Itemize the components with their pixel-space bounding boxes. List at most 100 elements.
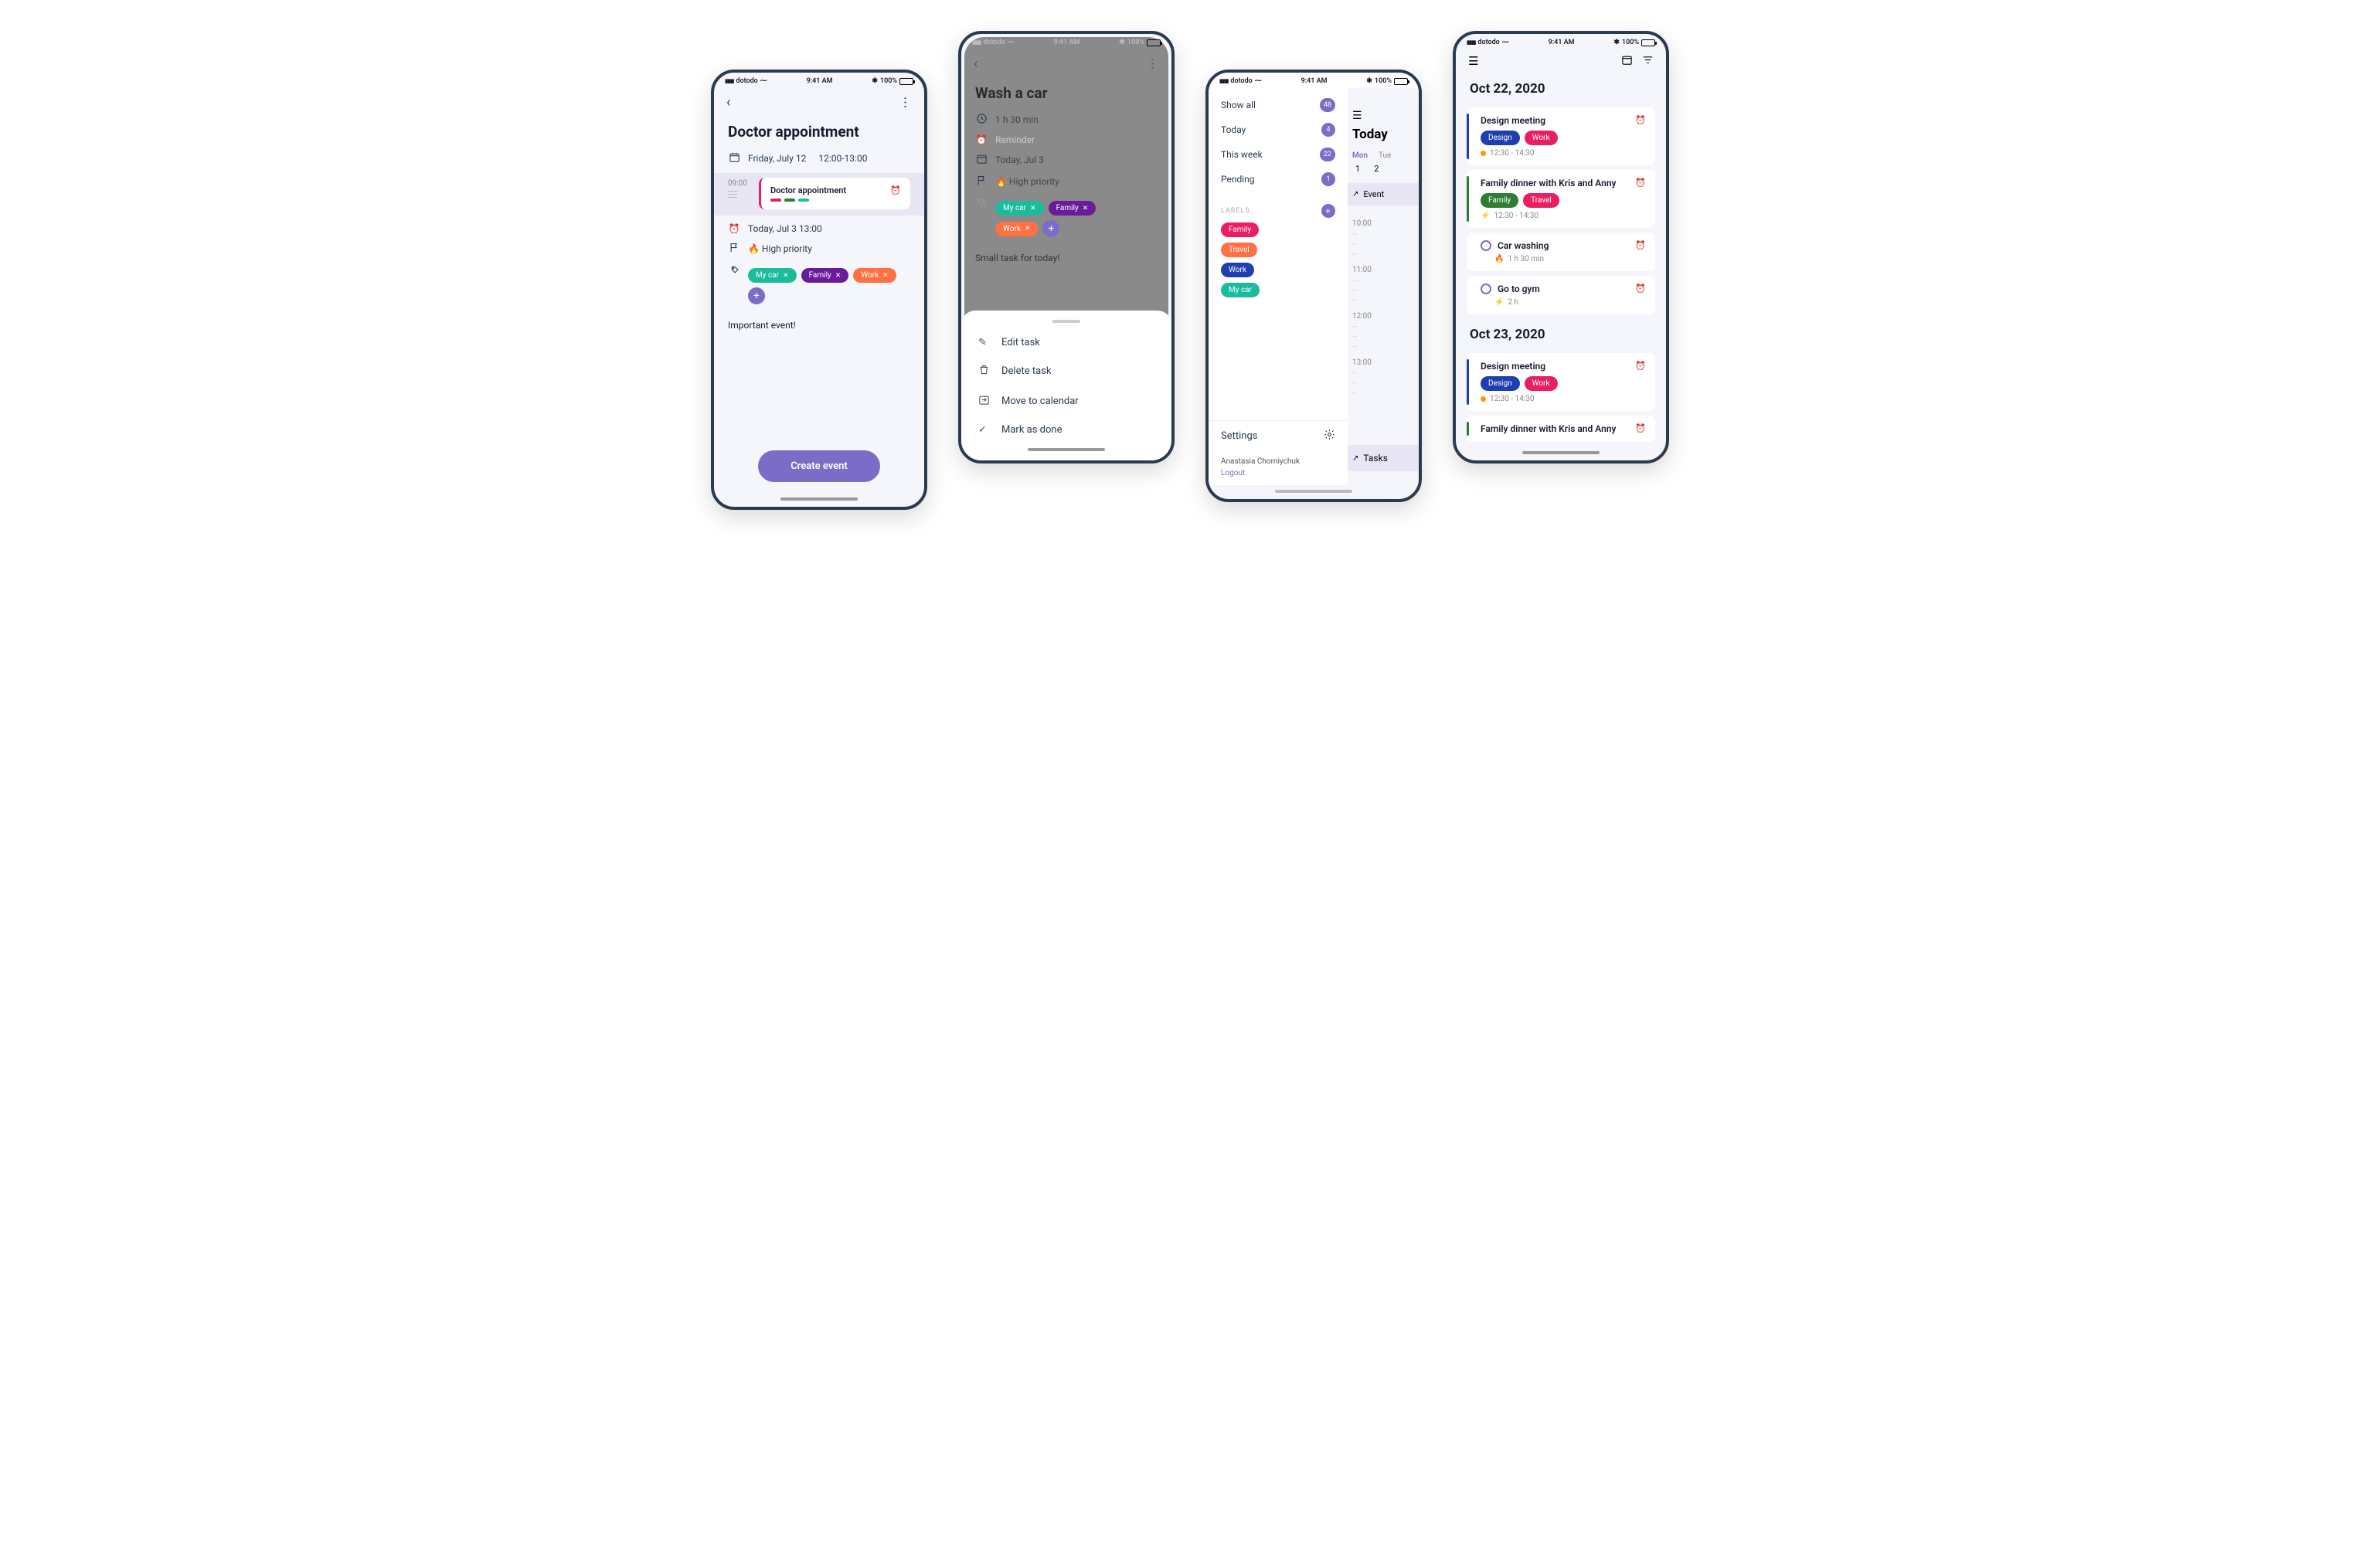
priority-row[interactable]: 🔥 High priority [728, 242, 910, 256]
event-card[interactable]: Family dinner with Kris and Anny⏰ [1467, 416, 1655, 442]
calendar-move-icon [978, 394, 991, 409]
add-tag-button[interactable]: + [748, 287, 765, 304]
expand-icon: ↗ [1352, 190, 1358, 199]
logout-button[interactable]: Logout [1209, 469, 1348, 485]
status-bar: dotodo⁓ 9:41 AM ✱100% [961, 34, 1171, 49]
date-row[interactable]: Today, Jul 3 [975, 153, 1158, 167]
label-chip[interactable]: Family [1221, 222, 1259, 237]
tag-chip: Work [1525, 131, 1558, 145]
done-label: Mark as done [1001, 424, 1062, 436]
remove-tag-icon[interactable]: ✕ [783, 272, 789, 280]
back-button[interactable]: ‹ [974, 56, 978, 72]
tag-chip[interactable]: My car ✕ [748, 268, 797, 283]
hamburger-button[interactable]: ☰ [1468, 54, 1478, 69]
delete-task-button[interactable]: Delete task [961, 356, 1171, 386]
alarm-icon: ⏰ [975, 134, 988, 145]
card-tags: DesignWork [1481, 376, 1646, 391]
checkbox-icon[interactable] [1481, 284, 1491, 294]
alarm-icon: ⏰ [1635, 178, 1646, 188]
move-label: Move to calendar [1001, 396, 1079, 407]
hour-label: 11:00 [1352, 266, 1414, 274]
hour-label: 13:00 [1352, 358, 1414, 367]
event-row[interactable]: ↗ Event [1348, 183, 1419, 205]
bluetooth-icon: ✱ [1366, 77, 1372, 85]
action-sheet: ✎Edit task Delete task Move to calendar … [961, 311, 1171, 460]
gear-icon [1324, 429, 1335, 443]
status-time: 9:41 AM [1054, 39, 1080, 46]
flag-icon [728, 242, 740, 256]
card-time: ⚡ 12:30 - 14:30 [1481, 212, 1646, 220]
more-button[interactable]: ⋯ [1146, 58, 1161, 70]
filter-item[interactable]: Today4 [1209, 117, 1348, 142]
remove-tag-icon[interactable]: ✕ [1025, 225, 1031, 233]
settings-label: Settings [1221, 430, 1257, 442]
add-tag-button[interactable]: + [1042, 220, 1059, 237]
card-tags: FamilyTravel [1481, 193, 1646, 208]
event-date: Friday, July 12 [748, 153, 806, 164]
event-card-title: Doctor appointment [770, 185, 846, 195]
day-num[interactable]: 2 [1374, 164, 1379, 174]
date-row[interactable]: Friday, July 12 12:00-13:00 [728, 151, 910, 165]
tag-chip[interactable]: Work ✕ [995, 222, 1038, 236]
accent-bar [1467, 359, 1469, 405]
reminder-row[interactable]: ⏰ Reminder [975, 134, 1158, 145]
weekday[interactable]: Mon [1352, 151, 1368, 160]
alarm-icon: ⏰ [1635, 115, 1646, 125]
add-label-button[interactable]: + [1321, 204, 1335, 218]
create-event-button[interactable]: Create event [758, 450, 880, 482]
event-label: Event [1363, 189, 1384, 199]
remove-tag-icon[interactable]: ✕ [1030, 205, 1036, 212]
home-indicator [1522, 451, 1600, 454]
calendar-icon[interactable] [1621, 54, 1633, 69]
alarm-icon: ⏰ [728, 223, 740, 234]
status-time: 9:41 AM [807, 77, 833, 85]
accent-bar [1467, 422, 1469, 436]
event-card[interactable]: Design meeting⏰DesignWork 12:30 - 14:30 [1467, 107, 1655, 165]
day-num[interactable]: 1 [1355, 164, 1360, 174]
remove-tag-icon[interactable]: ✕ [882, 272, 889, 280]
home-indicator [1275, 490, 1352, 493]
sheet-handle[interactable] [1052, 320, 1080, 323]
main-content-behind: ☰ Today MonTue 12 ↗Event 10:00———11:00——… [1348, 88, 1419, 485]
weekday[interactable]: Tue [1379, 151, 1391, 160]
tag-chip[interactable]: Family ✕ [801, 268, 849, 283]
filter-icon[interactable] [1642, 54, 1654, 69]
filter-item[interactable]: Show all48 [1209, 93, 1348, 117]
filter-item[interactable]: This week22 [1209, 142, 1348, 167]
task-card[interactable]: Car washing⏰🔥 1 h 30 min [1467, 233, 1655, 271]
alarm-icon: ⏰ [890, 185, 901, 195]
checkbox-icon[interactable] [1481, 240, 1491, 251]
home-indicator [780, 497, 858, 501]
battery-pct: 100% [1127, 39, 1144, 46]
carrier: dotodo [1230, 77, 1252, 85]
remove-tag-icon[interactable]: ✕ [835, 272, 842, 280]
reminder-row[interactable]: ⏰ Today, Jul 3 13:00 [728, 223, 910, 234]
tasks-label: Tasks [1363, 453, 1388, 464]
remove-tag-icon[interactable]: ✕ [1083, 205, 1089, 212]
tags-row: My car ✕ Family ✕ Work ✕ + [728, 263, 910, 309]
card-meta: ⚡ 2 h [1494, 298, 1646, 307]
event-card[interactable]: Family dinner with Kris and Anny⏰FamilyT… [1467, 170, 1655, 228]
hamburger-icon[interactable]: ☰ [1352, 110, 1362, 122]
event-card[interactable]: Design meeting⏰DesignWork 12:30 - 14:30 [1467, 353, 1655, 411]
priority-row[interactable]: 🔥 High priority [975, 175, 1158, 188]
tag-chip: Design [1481, 131, 1520, 145]
filter-label: Pending [1221, 174, 1255, 185]
label-chip[interactable]: Work [1221, 263, 1254, 277]
filter-item[interactable]: Pending1 [1209, 167, 1348, 192]
settings-button[interactable]: Settings [1209, 420, 1348, 451]
more-button[interactable]: ⋯ [899, 97, 913, 109]
tag-chip[interactable]: Family ✕ [1049, 201, 1096, 216]
task-card[interactable]: Go to gym⏰⚡ 2 h [1467, 276, 1655, 314]
mark-done-button[interactable]: ✓Mark as done [961, 416, 1171, 443]
label-chip[interactable]: Travel [1221, 243, 1257, 257]
label-chip[interactable]: My car [1221, 283, 1260, 297]
move-calendar-button[interactable]: Move to calendar [961, 386, 1171, 416]
tag-chip[interactable]: Work ✕ [853, 268, 896, 283]
back-button[interactable]: ‹ [726, 94, 730, 110]
status-time: 9:41 AM [1549, 39, 1575, 46]
tasks-tab[interactable]: ↗Tasks [1348, 445, 1419, 471]
event-card[interactable]: Doctor appointment ⏰ [759, 178, 910, 209]
edit-task-button[interactable]: ✎Edit task [961, 329, 1171, 356]
tag-chip[interactable]: My car ✕ [995, 201, 1044, 216]
